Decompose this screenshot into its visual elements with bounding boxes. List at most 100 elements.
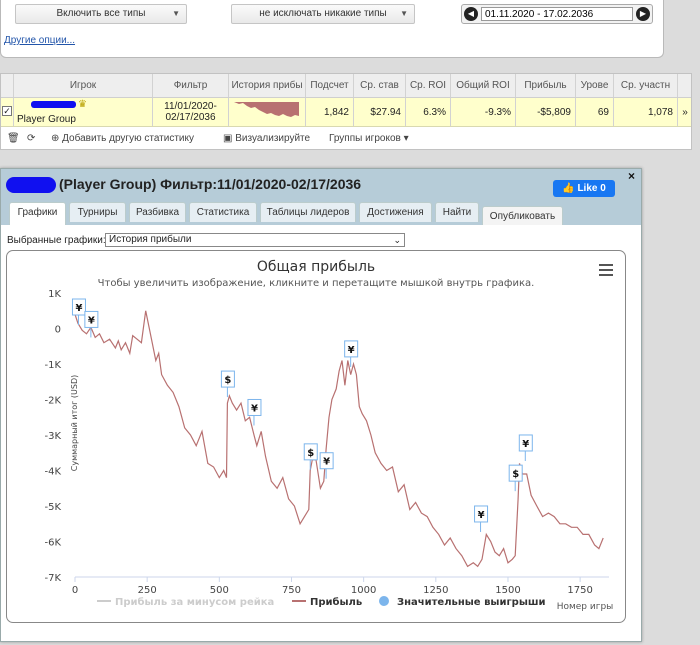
count-cell: 1,842 <box>306 98 354 126</box>
marker-label: ¥ <box>348 345 355 356</box>
date-range-control: ◀ ▶ <box>461 4 653 24</box>
filter-line-2: 02/17/2036 <box>165 112 216 123</box>
exclude-filter-select[interactable]: не исключать никакие типы ▼ <box>231 4 415 24</box>
legend-item: Прибыль за минусом рейка <box>115 596 274 608</box>
header-avg-entrants[interactable]: Ср. участн <box>614 74 678 97</box>
add-stat-button[interactable]: ⊕ Добавить другую статистику <box>51 128 194 150</box>
avg-roi-cell: 6.3% <box>406 98 451 126</box>
marker-label: $ <box>307 448 314 459</box>
type-filter-select[interactable]: Включить все типы ▼ <box>15 4 187 24</box>
x-tick-label: 0 <box>72 585 78 596</box>
y-tick-label: 0 <box>55 325 61 336</box>
y-tick-label: -3K <box>44 431 61 442</box>
marker-label: ¥ <box>478 510 485 521</box>
thumbs-up-icon: 👍 <box>562 183 575 194</box>
add-stat-label: Добавить другую статистику <box>62 133 194 144</box>
chart-type-value: История прибыли <box>109 234 192 245</box>
header-profit[interactable]: Прибыль <box>516 74 576 97</box>
tab-search[interactable]: Найти <box>435 202 479 222</box>
profit-cell: -$5,809 <box>516 98 576 126</box>
marker-label: ¥ <box>251 403 258 414</box>
filter-cell: 11/01/2020- 02/17/2036 <box>153 98 229 126</box>
tab-statistics[interactable]: Статистика <box>189 202 257 222</box>
profit-sparkline <box>234 102 299 117</box>
chevron-down-icon: ▼ <box>400 9 408 18</box>
visualize-label: Визуализируйте <box>235 133 311 144</box>
x-tick-label: 1250 <box>423 585 448 596</box>
chevron-down-icon: ▼ <box>172 9 180 18</box>
chart-legend: Прибыль за минусом рейка Прибыль Значитель… <box>97 596 546 608</box>
redacted-name <box>31 101 76 108</box>
tab-achievements[interactable]: Достижения <box>359 202 432 222</box>
row-select-cell: ✓ <box>1 98 14 126</box>
chart-type-select[interactable]: История прибыли ⌄ <box>105 233 405 247</box>
marker-label: ¥ <box>323 457 330 468</box>
expand-row-button[interactable]: » <box>678 98 692 126</box>
y-tick-label: -7K <box>44 573 61 584</box>
tab-tournaments[interactable]: Турниры <box>69 202 126 222</box>
hamburger-menu-icon[interactable] <box>599 264 613 276</box>
close-icon[interactable]: × <box>628 169 635 183</box>
y-axis-title: Суммарный итог (USD) <box>70 375 79 472</box>
trash-icon[interactable]: 🗑 <box>7 128 20 150</box>
header-level[interactable]: Урове <box>576 74 614 97</box>
prev-date-button[interactable]: ◀ <box>464 7 478 21</box>
header-profit-history[interactable]: История прибы <box>229 74 306 97</box>
trophy-icon: ♛ <box>78 99 87 110</box>
visualize-button[interactable]: ▣ Визуализируйте <box>223 128 310 150</box>
header-player[interactable]: Игрок <box>14 74 153 97</box>
header-count[interactable]: Подсчет <box>306 74 354 97</box>
x-tick-label: 750 <box>282 585 301 596</box>
x-tick-label: 1000 <box>351 585 376 596</box>
header-filter[interactable]: Фильтр <box>153 74 229 97</box>
next-date-button[interactable]: ▶ <box>636 7 650 21</box>
legend-item: Прибыль <box>310 596 362 608</box>
more-options-link[interactable]: Другие опции... <box>4 35 75 46</box>
legend-symbol <box>379 596 389 606</box>
y-axis: 1K 0 -1K -2K -3K -4K -5K -6K -7K <box>44 289 61 584</box>
total-roi-cell: -9.3% <box>451 98 516 126</box>
header-total-roi[interactable]: Общий ROI <box>451 74 516 97</box>
player-name: Player Group <box>17 114 76 125</box>
header-avg-roi[interactable]: Ср. ROI <box>406 74 451 97</box>
y-tick-label: 1K <box>48 289 61 300</box>
tab-breakdown[interactable]: Разбивка <box>129 202 186 222</box>
table-row[interactable]: ✓ ♛ Player Group 11/01/2020- 02/17/2036 … <box>1 98 691 127</box>
player-groups-label: Группы игроков <box>329 133 401 144</box>
y-tick-label: -2K <box>44 396 61 407</box>
chart-container[interactable]: Общая прибыль Чтобы увеличить изображени… <box>6 250 626 623</box>
tab-charts[interactable]: Графики <box>9 202 66 225</box>
header-avg-stake[interactable]: Ср. став <box>354 74 406 97</box>
marker-label: $ <box>512 469 519 480</box>
x-axis: 0 250 500 750 1000 1250 1500 1750 <box>72 576 609 596</box>
player-groups-button[interactable]: Группы игроков ▾ <box>329 128 409 150</box>
tab-leaderboards[interactable]: Таблицы лидеров <box>260 202 356 222</box>
graph-window: (Player Group) Фильтр:11/01/2020-02/17/2… <box>0 168 642 642</box>
marker-label: $ <box>224 375 231 386</box>
avg-stake-cell: $27.94 <box>354 98 406 126</box>
chart-title: Общая прибыль <box>257 259 375 275</box>
avg-entrants-cell: 1,078 <box>614 98 678 126</box>
filter-panel: Включить все типы ▼ не исключать никакие… <box>0 0 664 58</box>
player-cell: ♛ Player Group <box>14 98 153 126</box>
sparkline-cell[interactable] <box>229 98 306 126</box>
exclude-filter-label: не исключать никакие типы <box>259 8 387 19</box>
facebook-like-button[interactable]: 👍 Like 0 <box>553 180 615 197</box>
refresh-icon[interactable]: ⟳ <box>27 128 35 150</box>
chevron-down-icon: ▾ <box>403 133 409 144</box>
date-range-input[interactable] <box>481 7 633 21</box>
y-tick-label: -1K <box>44 360 61 371</box>
selected-charts-label: Выбранные графики: <box>7 235 106 246</box>
table-header-row: Игрок Фильтр История прибы Подсчет Ср. с… <box>1 74 691 98</box>
window-title: (Player Group) Фильтр:11/01/2020-02/17/2… <box>59 176 362 192</box>
like-label: Like 0 <box>577 183 606 194</box>
filter-line-1: 11/01/2020- <box>164 101 217 112</box>
row-checkbox[interactable]: ✓ <box>2 106 12 116</box>
marker-label: ¥ <box>88 315 95 326</box>
y-tick-label: -6K <box>44 538 61 549</box>
header-select-col <box>1 74 14 97</box>
legend-item: Значительные выигрыши <box>397 597 546 608</box>
profit-chart[interactable]: Общая прибыль Чтобы увеличить изображени… <box>7 251 625 622</box>
tab-publish[interactable]: Опубликовать <box>482 206 563 225</box>
image-icon: ▣ <box>223 133 233 144</box>
